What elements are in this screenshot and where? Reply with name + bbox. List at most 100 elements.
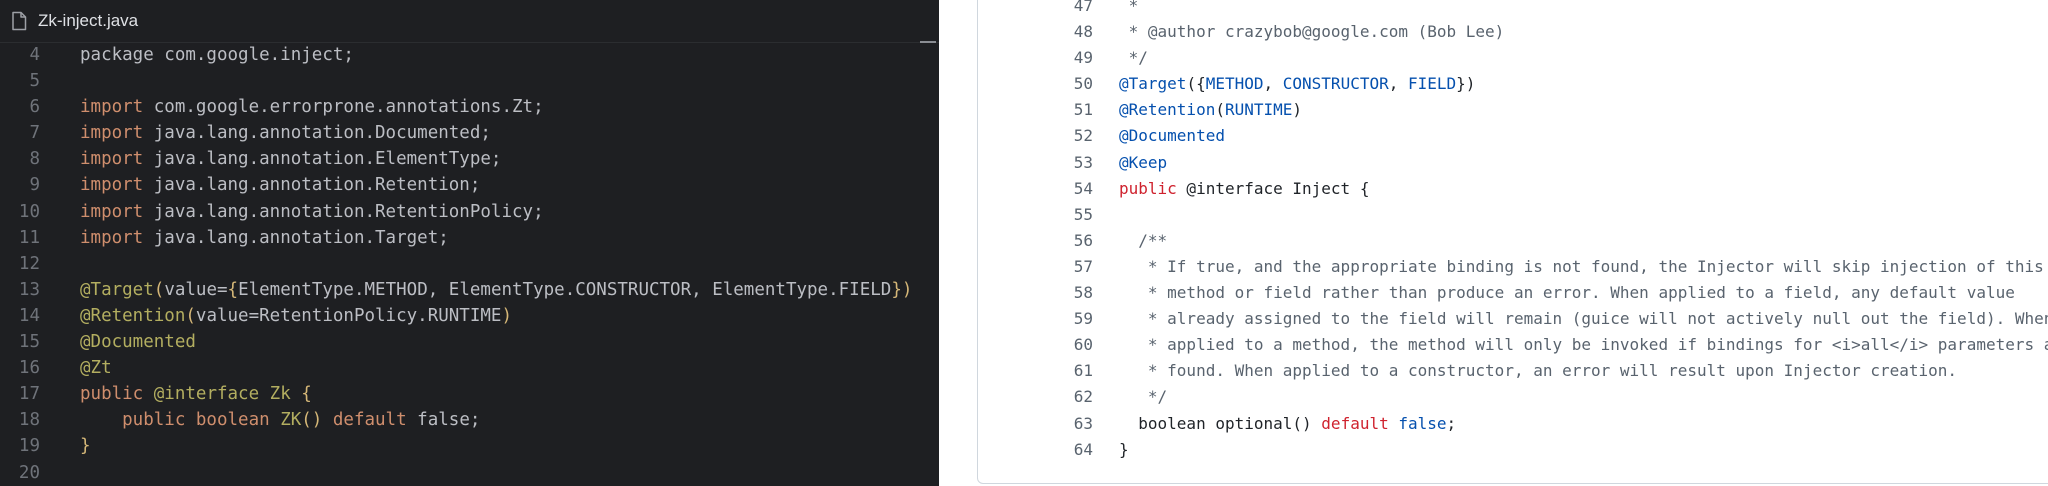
code-token: * found. When applied to a constructor, … <box>1119 361 1958 381</box>
code-token: @Target <box>80 279 154 300</box>
code-token: } <box>1119 439 1129 459</box>
code-token: * already assigned to the field will rem… <box>1119 309 2048 329</box>
line-number: 20 <box>18 462 40 483</box>
code-token: ( <box>153 279 165 300</box>
code-token: import <box>80 175 154 196</box>
code-token: import <box>80 227 154 248</box>
line-text: @Zt <box>80 355 112 381</box>
code-token: false <box>1398 413 1447 433</box>
source-view-panel: 47 * 48 * @author crazybob@google.com (Bo… <box>977 0 2048 484</box>
line-number: 13 <box>18 279 40 300</box>
line-text: import java.lang.annotation.Documented; <box>80 120 491 146</box>
line-number: 64 <box>1073 439 1093 459</box>
code-token: com.google.errorprone.annotations.Zt <box>153 97 534 118</box>
line-number: 63 <box>1073 413 1093 433</box>
line-number: 58 <box>1073 283 1093 303</box>
line-text: */ <box>1119 384 1167 410</box>
code-token: @Retention <box>1119 100 1216 120</box>
editor-tab[interactable]: Zk-inject.java <box>0 0 939 43</box>
code-token: CONSTRUCTOR <box>1282 74 1389 94</box>
line-number: 11 <box>18 227 40 248</box>
line-number: 62 <box>1073 387 1093 407</box>
code-token: } <box>80 436 91 457</box>
source-view-pane: 47 * 48 * @author crazybob@google.com (Bo… <box>957 0 2048 486</box>
line-number: 10 <box>18 201 40 222</box>
code-token: FIELD <box>1408 74 1457 94</box>
file-tab-title: Zk-inject.java <box>38 11 139 30</box>
code-token: ; <box>1446 413 1457 433</box>
line-text: */ <box>1119 45 1148 71</box>
code-token: * @author crazybob@google.com (Bob Lee) <box>1119 22 1505 42</box>
line-number: 61 <box>1073 361 1093 381</box>
code-token: * If true, and the appropriate binding i… <box>1119 256 2044 276</box>
code-token: { <box>301 384 312 405</box>
line-text: * method or field rather than produce an… <box>1119 280 2015 306</box>
code-token: , <box>1263 74 1283 94</box>
line-text: * applied to a method, the method will o… <box>1119 332 2048 358</box>
code-token: RUNTIME <box>1224 100 1293 120</box>
line-number: 54 <box>1073 178 1093 198</box>
line-number: 52 <box>1073 126 1093 146</box>
code-token: java.lang.annotation.ElementType <box>153 149 491 170</box>
line-text: @Documented <box>80 329 196 355</box>
code-token: * method or field rather than produce an… <box>1119 283 2015 303</box>
code-token: default <box>1321 413 1389 433</box>
code-token: @Documented <box>1119 126 1225 146</box>
code-token: ; <box>490 149 502 170</box>
code-token: public <box>80 384 154 405</box>
code-token: { <box>227 279 239 300</box>
code-token: package com.google.inject; <box>80 45 354 65</box>
code-token: ; <box>469 175 481 196</box>
code-token: ( <box>185 305 196 326</box>
line-number: 53 <box>1073 152 1093 172</box>
code-token: import <box>80 97 154 118</box>
line-number: 14 <box>18 305 40 326</box>
scrollbar-marker[interactable] <box>920 41 936 43</box>
line-number: 4 <box>29 45 40 65</box>
code-token: ZK <box>280 410 302 431</box>
line-text: @Target({METHOD, CONSTRUCTOR, FIELD}) <box>1119 71 1475 97</box>
code-token: @Documented <box>80 332 196 353</box>
line-text: package com.google.inject; <box>80 42 354 68</box>
line-number: 57 <box>1073 256 1093 276</box>
line-text: * found. When applied to a constructor, … <box>1119 358 1957 384</box>
code-editor-pane: Zk-inject.java 4 package com.google.injec… <box>0 0 939 486</box>
code-token: /** <box>1119 230 1168 250</box>
code-token: * applied to a method, the method will o… <box>1119 335 2048 355</box>
code-token: import <box>80 201 154 222</box>
line-text: @Keep <box>1119 150 1167 176</box>
code-token: @Target <box>1119 74 1187 94</box>
line-number: 6 <box>29 97 40 118</box>
code-token: ; <box>533 97 544 118</box>
code-token: ( <box>1215 100 1225 120</box>
code-token: Zk <box>269 384 302 405</box>
line-number: 18 <box>18 410 40 431</box>
line-number: 47 <box>1073 0 1093 15</box>
line-number: 19 <box>18 436 40 457</box>
line-number: 5 <box>29 71 40 92</box>
code-token: java.lang.annotation.RetentionPolicy <box>153 201 534 222</box>
line-text: } <box>80 433 91 459</box>
code-token: @Zt <box>80 358 112 379</box>
code-token: ; <box>480 123 491 144</box>
code-token: , <box>1388 74 1408 94</box>
code-token: public <box>1119 178 1177 198</box>
code-token: () <box>301 410 333 431</box>
line-text: public @interface Zk { <box>80 381 312 407</box>
line-text: } <box>1119 437 1129 463</box>
line-number: 49 <box>1073 48 1093 68</box>
line-text: import java.lang.annotation.Target; <box>80 225 449 251</box>
line-text: @Documented <box>1119 123 1225 149</box>
code-token: false; <box>417 410 481 431</box>
line-number: 15 <box>18 332 40 353</box>
line-text: * @author crazybob@google.com (Bob Lee) <box>1119 19 1505 45</box>
line-number: 60 <box>1073 335 1093 355</box>
line-number: 8 <box>29 149 40 170</box>
line-text: import com.google.errorprone.annotations… <box>80 94 544 120</box>
line-text: public @interface Inject { <box>1119 176 1369 202</box>
code-token: boolean optional() <box>1119 413 1322 433</box>
line-text: @Target(value={ElementType.METHOD, Eleme… <box>80 277 912 303</box>
code-token: @Retention <box>80 305 186 326</box>
code-token: ({ <box>1186 74 1206 94</box>
